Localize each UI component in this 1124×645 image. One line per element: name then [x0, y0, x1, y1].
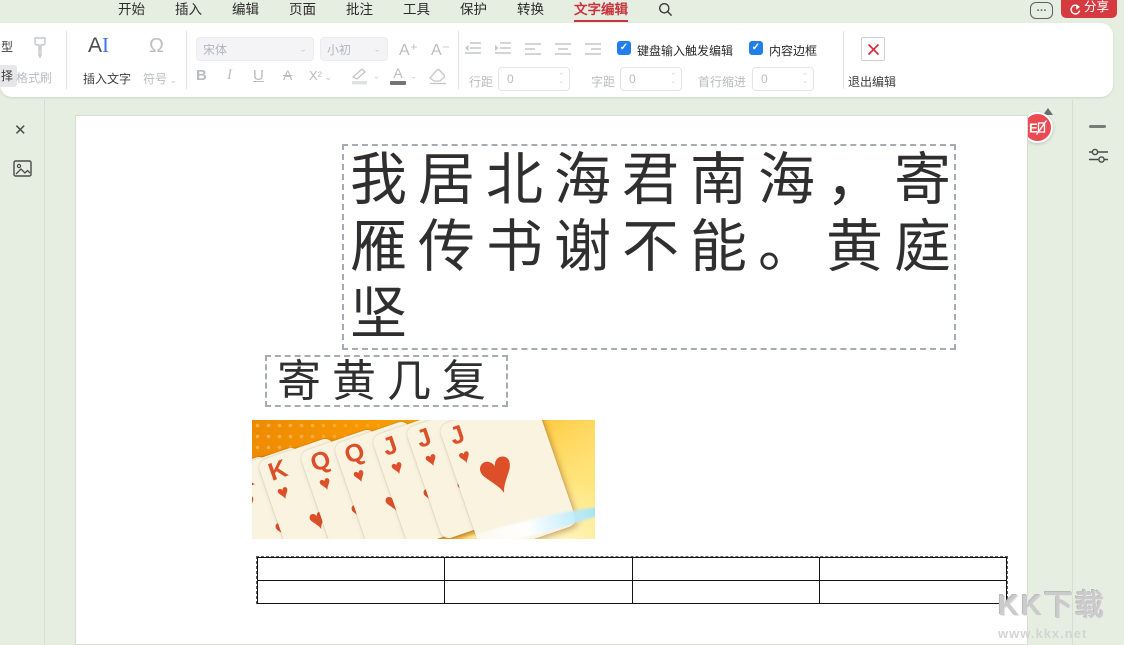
content-border-label: 内容边框	[769, 42, 817, 59]
table-cell[interactable]	[632, 581, 819, 604]
eraser-button[interactable]	[428, 67, 448, 85]
toolbar-divider	[66, 31, 67, 89]
symbol-icon[interactable]: Ω	[149, 35, 164, 58]
align-left-icon[interactable]	[524, 41, 542, 55]
toolbar-divider	[458, 31, 459, 89]
poem-textbox[interactable]: 我居北海君南海，寄雁传书谢不能。黄庭坚	[342, 144, 956, 350]
clipped-tool-select[interactable]: 择	[0, 65, 17, 87]
strikethrough-button[interactable]: A	[283, 67, 292, 83]
format-painter-label[interactable]: 格式刷	[16, 69, 52, 86]
share-button[interactable]: 分享	[1061, 0, 1117, 18]
align-right-icon[interactable]	[584, 41, 602, 55]
menu-tab-1[interactable]: 插入	[175, 0, 202, 19]
poem-title-text: 寄黄几复	[277, 357, 506, 407]
menu-tab-5[interactable]: 工具	[403, 0, 430, 19]
table-cell[interactable]	[819, 558, 1006, 581]
search-icon[interactable]	[658, 2, 673, 17]
menu-tab-4[interactable]: 批注	[346, 0, 373, 19]
first-indent-input[interactable]: 0⌃⌄	[752, 67, 814, 91]
increase-indent-icon[interactable]	[494, 41, 512, 55]
line-spacing-input[interactable]: 0⌃⌄	[498, 67, 570, 91]
keyboard-trigger-label: 键盘输入触发编辑	[637, 42, 733, 59]
insert-text-label[interactable]: 插入文字	[83, 70, 131, 87]
table-cell[interactable]	[258, 558, 445, 581]
menu-tab-7[interactable]: 转换	[517, 0, 544, 19]
panel-divider	[1072, 100, 1073, 645]
decrease-indent-icon[interactable]	[464, 41, 482, 55]
toolbar-divider	[843, 31, 844, 89]
superscript-button[interactable]: X² ⌄	[309, 68, 332, 83]
menu-tab-6[interactable]: 保护	[460, 0, 487, 19]
table-row	[258, 581, 1007, 604]
char-spacing-input[interactable]: 0⌃⌄	[620, 67, 682, 91]
exit-edit-icon[interactable]	[861, 37, 885, 61]
font-size-select[interactable]: 小初⌄	[320, 37, 388, 61]
app-window: 开始插入编辑页面批注工具保护转换文字编辑 … 分享 型 择 格式刷 AI 插入文…	[0, 0, 1124, 645]
menu-tab-0[interactable]: 开始	[118, 0, 145, 19]
share-label: 分享	[1084, 0, 1109, 15]
poem-title-textbox[interactable]: 寄黄几复	[265, 355, 508, 407]
font-name-select[interactable]: 宋体⌄	[196, 37, 314, 61]
poem-line-2: 坚	[350, 281, 954, 348]
table-row	[258, 558, 1007, 581]
char-spacing-label: 字距	[591, 73, 615, 90]
symbol-label[interactable]: 符号 ⌄	[143, 70, 177, 87]
toolbar: 型 择 格式刷 AI 插入文字 Ω 符号 ⌄ 宋体⌄ 小初⌄ A⁺ A⁻ B I…	[0, 23, 1113, 97]
font-color-button[interactable]: A	[390, 67, 406, 85]
table-cell[interactable]	[445, 558, 632, 581]
increase-font-button[interactable]: A⁺	[399, 40, 418, 60]
underline-button[interactable]: U	[253, 67, 264, 84]
font-color-chevron[interactable]: ⌄	[410, 72, 418, 81]
document-page[interactable]: 我居北海君南海，寄雁传书谢不能。黄庭坚 寄黄几复 A♥♥K♥♥K♥♥Q♥♥Q♥♥…	[75, 115, 1028, 645]
bold-button[interactable]: B	[196, 67, 207, 84]
clipped-tool-type[interactable]: 型	[1, 38, 13, 55]
highlight-color-button[interactable]	[349, 67, 371, 85]
insert-text-icon[interactable]: AI	[88, 33, 109, 58]
content-border-checkbox[interactable]: ✓	[749, 41, 763, 55]
badge-letter: E	[1029, 121, 1038, 136]
menu-tab-2[interactable]: 编辑	[232, 0, 259, 19]
menu-tab-3[interactable]: 页面	[289, 0, 316, 19]
format-painter-icon[interactable]	[28, 35, 52, 59]
align-center-icon[interactable]	[554, 41, 572, 55]
collapse-toolbar-icon[interactable]	[1089, 125, 1106, 128]
image-panel-icon[interactable]	[13, 160, 32, 177]
more-menu-button[interactable]: …	[1030, 2, 1053, 19]
table-cell[interactable]	[445, 581, 632, 604]
menu-tab-8[interactable]: 文字编辑	[574, 0, 628, 22]
poem-line-1: 雁传书谢不能。黄庭	[350, 214, 954, 281]
line-spacing-label: 行距	[469, 73, 493, 90]
panel-divider	[44, 100, 45, 645]
table-cell[interactable]	[819, 581, 1006, 604]
first-indent-label: 首行缩进	[698, 73, 746, 90]
document-table[interactable]	[256, 556, 1008, 604]
toolbar-divider	[186, 31, 187, 89]
keyboard-trigger-checkbox[interactable]: ✓	[617, 41, 631, 55]
table-cell[interactable]	[632, 558, 819, 581]
italic-button[interactable]: I	[227, 67, 232, 84]
close-panel-icon[interactable]: ✕	[14, 121, 27, 139]
decrease-font-button[interactable]: A⁻	[431, 40, 450, 60]
table-body	[258, 558, 1007, 604]
exit-edit-label[interactable]: 退出编辑	[848, 73, 896, 90]
share-icon	[1069, 3, 1081, 15]
settings-sliders-icon[interactable]	[1088, 146, 1109, 166]
table-cell[interactable]	[258, 581, 445, 604]
poem-line-0: 我居北海君南海，寄	[350, 147, 954, 214]
menu-tabs: 开始 插入 编辑 页面 批注 工具 保护 转换 文字编辑	[118, 0, 628, 22]
playing-cards-image[interactable]: A♥♥K♥♥K♥♥Q♥♥Q♥♥J♥♥J♥♥J♥♥	[252, 420, 595, 539]
highlight-color-chevron[interactable]: ⌄	[373, 72, 381, 81]
